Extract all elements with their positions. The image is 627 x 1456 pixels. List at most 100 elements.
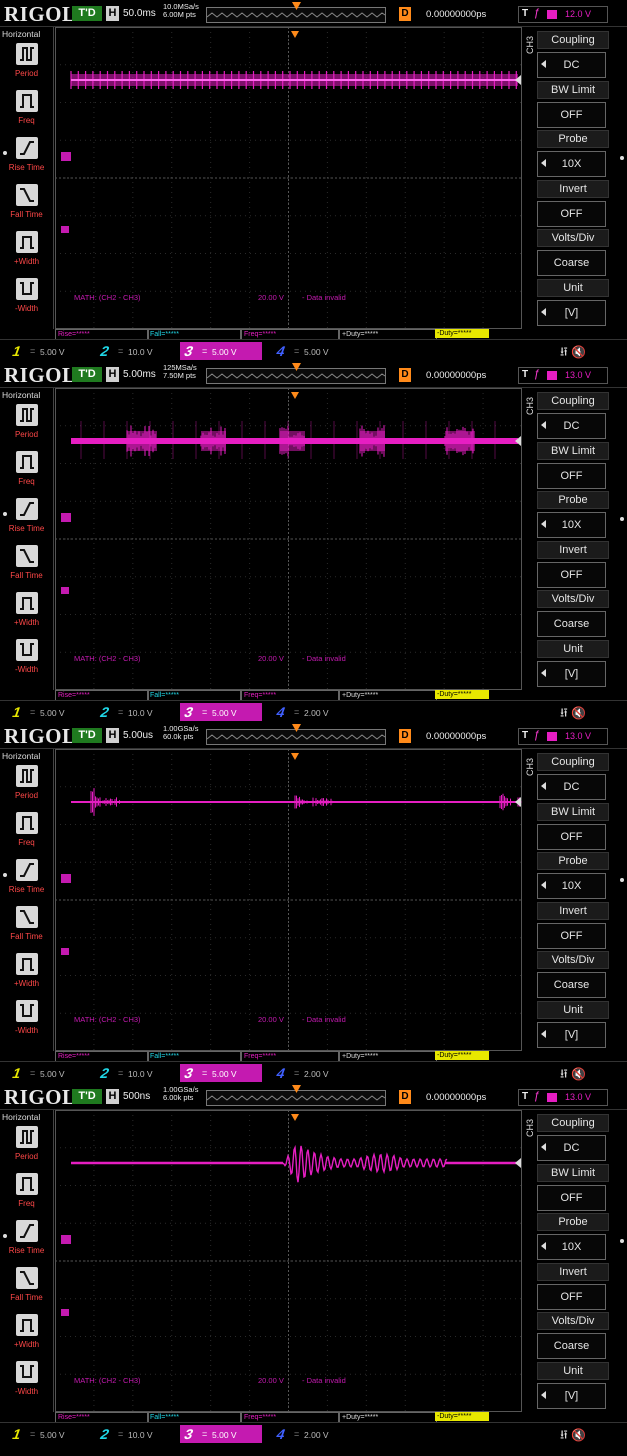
ch2-tab[interactable]: 2 = 10.0 V: [96, 703, 176, 721]
softkey-unit-value[interactable]: [V]: [537, 300, 606, 326]
trigger-status-badge[interactable]: T'D: [72, 6, 102, 21]
ch1-tab[interactable]: 1 = 5.00 V: [8, 703, 88, 721]
softkey-bw-limit-header[interactable]: BW Limit: [537, 803, 609, 821]
timebase-value[interactable]: 5.00ms: [123, 369, 156, 380]
waveform-grid[interactable]: [55, 1110, 522, 1412]
trigger-status-badge[interactable]: T'D: [72, 1089, 102, 1104]
ch3-tab[interactable]: 3 = 5.00 V: [180, 703, 262, 721]
softkey-coupling-header[interactable]: Coupling: [537, 1114, 609, 1132]
horizontal-badge[interactable]: H: [106, 728, 119, 743]
softkey-probe-header[interactable]: Probe: [537, 852, 609, 870]
ch3-offset-marker[interactable]: [61, 874, 71, 883]
softkey-probe-value[interactable]: 10X: [537, 512, 606, 538]
softkey-volts-div-header[interactable]: Volts/Div: [537, 229, 609, 247]
softkey-invert-header[interactable]: Invert: [537, 902, 609, 920]
measure-duty-neg[interactable]: -Duty=*****: [435, 1412, 489, 1421]
timebase-value[interactable]: 5.00us: [123, 730, 153, 741]
sound-muted-icon[interactable]: 🔇: [571, 345, 586, 359]
delay-badge[interactable]: D: [399, 7, 411, 21]
horizontal-badge[interactable]: H: [106, 6, 119, 21]
menu-item-period[interactable]: Period: [0, 765, 53, 817]
softkey-volts-div-value[interactable]: Coarse: [537, 1333, 606, 1359]
softkey-probe-header[interactable]: Probe: [537, 130, 609, 148]
horizontal-badge[interactable]: H: [106, 367, 119, 382]
menu-item-width[interactable]: -Width: [0, 1000, 53, 1052]
menu-item-width[interactable]: -Width: [0, 639, 53, 691]
measure-duty-neg[interactable]: -Duty=*****: [435, 690, 489, 699]
softkey-coupling-value[interactable]: DC: [537, 774, 606, 800]
ch2-tab[interactable]: 2 = 10.0 V: [96, 342, 176, 360]
menu-item-width[interactable]: +Width: [0, 953, 53, 1005]
math-offset-marker[interactable]: [61, 226, 69, 233]
softkey-unit-header[interactable]: Unit: [537, 640, 609, 658]
sound-muted-icon[interactable]: 🔇: [571, 1428, 586, 1442]
trigger-panel[interactable]: T ƒ 13.0 V: [518, 728, 608, 745]
softkey-coupling-value[interactable]: DC: [537, 1135, 606, 1161]
ch4-tab[interactable]: 4 = 5.00 V: [272, 342, 352, 360]
softkey-unit-value[interactable]: [V]: [537, 1022, 606, 1048]
menu-item-fall-time[interactable]: Fall Time: [0, 184, 53, 236]
waveform-grid[interactable]: [55, 749, 522, 1051]
ch3-offset-marker[interactable]: [61, 1235, 71, 1244]
softkey-invert-header[interactable]: Invert: [537, 1263, 609, 1281]
delay-badge[interactable]: D: [399, 729, 411, 743]
menu-item-freq[interactable]: Freq: [0, 90, 53, 142]
softkey-invert-value[interactable]: OFF: [537, 201, 606, 227]
softkey-coupling-header[interactable]: Coupling: [537, 753, 609, 771]
delay-value[interactable]: 0.00000000ps: [426, 370, 486, 381]
softkey-invert-header[interactable]: Invert: [537, 180, 609, 198]
softkey-unit-header[interactable]: Unit: [537, 1362, 609, 1380]
delay-value[interactable]: 0.00000000ps: [426, 1092, 486, 1103]
softkey-coupling-value[interactable]: DC: [537, 413, 606, 439]
trigger-position-icon[interactable]: [292, 724, 301, 733]
horizontal-badge[interactable]: H: [106, 1089, 119, 1104]
menu-item-fall-time[interactable]: Fall Time: [0, 545, 53, 597]
delay-badge[interactable]: D: [399, 368, 411, 382]
menu-item-freq[interactable]: Freq: [0, 812, 53, 864]
timebase-value[interactable]: 500ns: [123, 1091, 150, 1102]
delay-value[interactable]: 0.00000000ps: [426, 9, 486, 20]
menu-item-width[interactable]: +Width: [0, 1314, 53, 1366]
menu-item-width[interactable]: +Width: [0, 592, 53, 644]
softkey-bw-limit-header[interactable]: BW Limit: [537, 442, 609, 460]
softkey-volts-div-value[interactable]: Coarse: [537, 250, 606, 276]
measure-duty-neg[interactable]: -Duty=*****: [435, 1051, 489, 1060]
ch3-tab[interactable]: 3 = 5.00 V: [180, 1425, 262, 1443]
ch1-tab[interactable]: 1 = 5.00 V: [8, 1425, 88, 1443]
menu-item-width[interactable]: -Width: [0, 1361, 53, 1413]
usb-icon[interactable]: ⭿: [560, 1428, 568, 1442]
menu-item-rise-time[interactable]: Rise Time: [0, 137, 53, 189]
softkey-unit-value[interactable]: [V]: [537, 1383, 606, 1409]
ch4-tab[interactable]: 4 = 2.00 V: [272, 1064, 352, 1082]
softkey-invert-value[interactable]: OFF: [537, 1284, 606, 1310]
softkey-bw-limit-value[interactable]: OFF: [537, 1185, 606, 1211]
softkey-volts-div-value[interactable]: Coarse: [537, 972, 606, 998]
softkey-probe-header[interactable]: Probe: [537, 1213, 609, 1231]
measure-duty-neg[interactable]: -Duty=*****: [435, 329, 489, 338]
trigger-panel[interactable]: T ƒ 13.0 V: [518, 367, 608, 384]
softkey-volts-div-header[interactable]: Volts/Div: [537, 951, 609, 969]
math-offset-marker[interactable]: [61, 1309, 69, 1316]
math-offset-marker[interactable]: [61, 587, 69, 594]
softkey-volts-div-value[interactable]: Coarse: [537, 611, 606, 637]
trigger-status-badge[interactable]: T'D: [72, 728, 102, 743]
delay-badge[interactable]: D: [399, 1090, 411, 1104]
softkey-unit-header[interactable]: Unit: [537, 279, 609, 297]
ch2-tab[interactable]: 2 = 10.0 V: [96, 1064, 176, 1082]
softkey-bw-limit-header[interactable]: BW Limit: [537, 81, 609, 99]
menu-item-fall-time[interactable]: Fall Time: [0, 1267, 53, 1319]
ch4-tab[interactable]: 4 = 2.00 V: [272, 703, 352, 721]
ch3-tab[interactable]: 3 = 5.00 V: [180, 1064, 262, 1082]
math-offset-marker[interactable]: [61, 948, 69, 955]
delay-value[interactable]: 0.00000000ps: [426, 731, 486, 742]
ch4-tab[interactable]: 4 = 2.00 V: [272, 1425, 352, 1443]
softkey-coupling-value[interactable]: DC: [537, 52, 606, 78]
menu-item-period[interactable]: Period: [0, 404, 53, 456]
timebase-value[interactable]: 50.0ms: [123, 8, 156, 19]
softkey-unit-value[interactable]: [V]: [537, 661, 606, 687]
softkey-volts-div-header[interactable]: Volts/Div: [537, 590, 609, 608]
softkey-invert-value[interactable]: OFF: [537, 923, 606, 949]
softkey-probe-header[interactable]: Probe: [537, 491, 609, 509]
menu-item-period[interactable]: Period: [0, 43, 53, 95]
softkey-probe-value[interactable]: 10X: [537, 151, 606, 177]
